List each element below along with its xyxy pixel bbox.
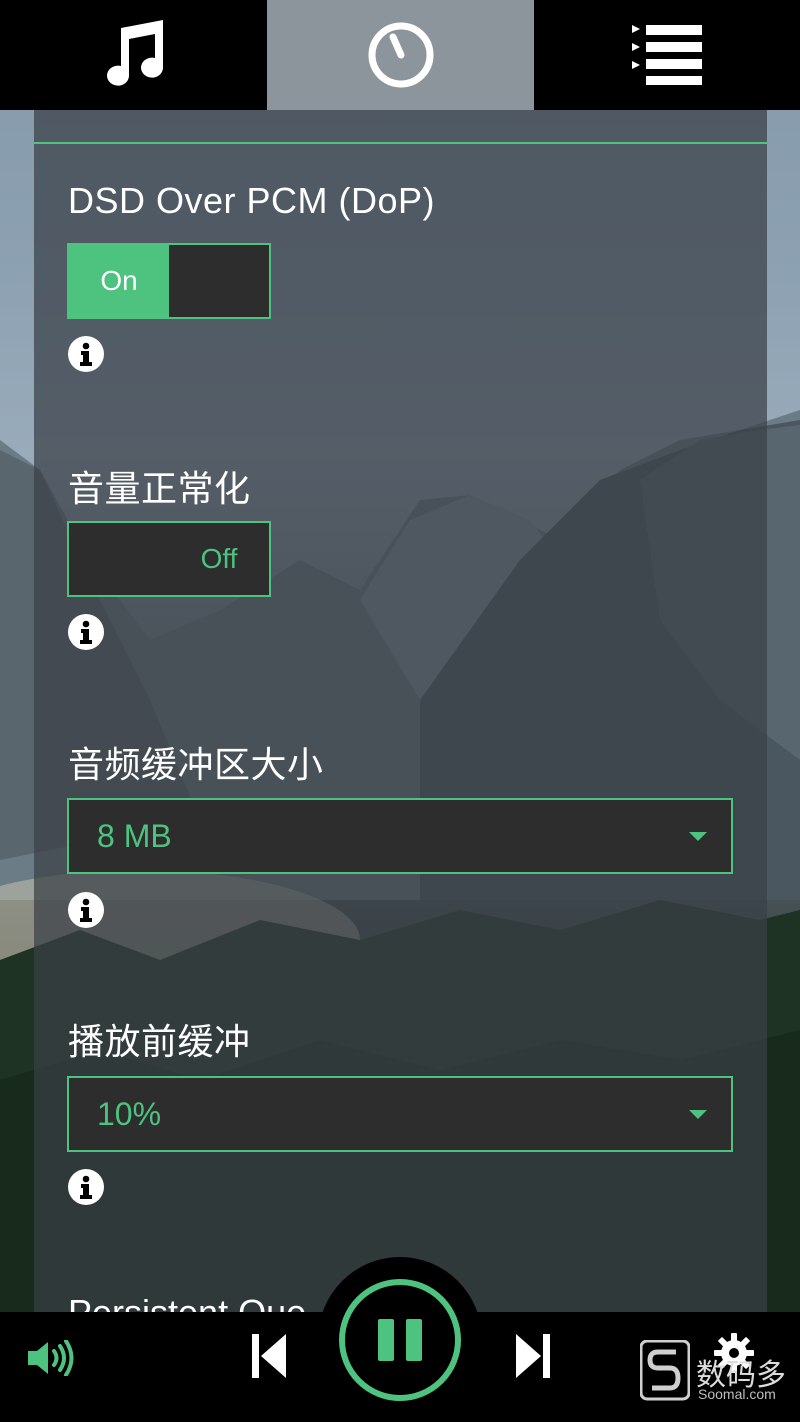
top-navigation — [0, 0, 800, 110]
info-glyph — [80, 1175, 92, 1199]
prebuffer-value: 10% — [97, 1096, 162, 1132]
setting-title-persistent-queue: Persistent Que — [68, 1292, 306, 1312]
tab-playlist[interactable] — [534, 0, 800, 110]
info-icon[interactable] — [68, 336, 104, 372]
divider — [34, 142, 767, 144]
dropdown-caret-icon — [689, 832, 707, 841]
dop-toggle[interactable]: On — [67, 243, 271, 319]
watermark-logo: 数码多 Soomal.com — [640, 1330, 790, 1410]
dial-icon — [368, 22, 433, 88]
toggle-on-label: On — [69, 245, 169, 317]
setting-title-dop: DSD Over PCM (DoP) — [68, 180, 436, 221]
music-note-icon — [106, 20, 163, 86]
toggle-empty — [169, 245, 269, 317]
info-icon[interactable] — [68, 614, 104, 650]
watermark-site: Soomal.com — [698, 1386, 776, 1402]
tab-dial[interactable] — [267, 0, 534, 110]
skip-previous-icon — [252, 1334, 286, 1378]
playlist-icon — [632, 25, 702, 85]
pause-button[interactable] — [339, 1278, 461, 1401]
settings-panel: DSD Over PCM (DoP) On 音量正常化 Off 音频缓冲区大小 … — [34, 110, 767, 1312]
volume-button[interactable] — [28, 1339, 76, 1381]
dropdown-caret-icon — [689, 1110, 707, 1119]
setting-title-buffer-size: 音频缓冲区大小 — [68, 744, 324, 785]
previous-button[interactable] — [252, 1334, 286, 1383]
setting-title-normalization: 音量正常化 — [68, 468, 251, 509]
buffer-size-value: 8 MB — [97, 818, 172, 854]
pause-icon — [378, 1318, 394, 1361]
info-icon[interactable] — [68, 1169, 104, 1205]
next-button[interactable] — [516, 1334, 550, 1383]
tab-music[interactable] — [0, 0, 267, 110]
toggle-off-label: Off — [200, 543, 238, 574]
volume-icon — [28, 1339, 74, 1377]
info-glyph — [80, 620, 92, 644]
buffer-size-select[interactable]: 8 MB — [67, 798, 733, 874]
soomal-logo — [640, 1340, 690, 1401]
pause-icon — [406, 1318, 422, 1361]
info-icon[interactable] — [68, 892, 104, 928]
info-glyph — [80, 342, 92, 366]
normalization-toggle[interactable]: Off — [67, 521, 271, 597]
skip-next-icon — [516, 1334, 550, 1378]
prebuffer-select[interactable]: 10% — [67, 1076, 733, 1152]
info-glyph — [80, 898, 92, 922]
toggle-empty — [69, 523, 169, 595]
play-button-wrap — [318, 1257, 482, 1422]
setting-title-prebuffer: 播放前缓冲 — [68, 1021, 251, 1062]
